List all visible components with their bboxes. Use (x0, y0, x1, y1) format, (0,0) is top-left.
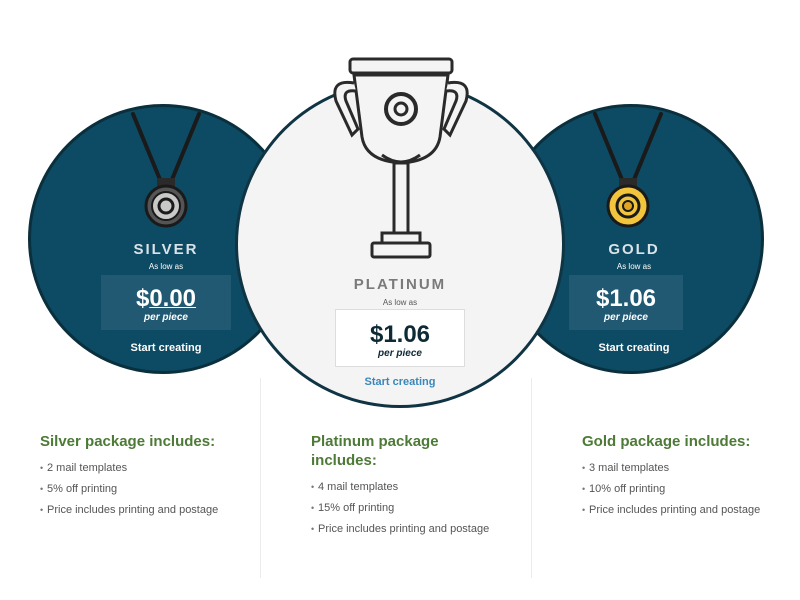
silver-features: Silver package includes: 2 mail template… (40, 432, 240, 524)
price-box: $1.06 per piece (335, 309, 465, 367)
price: $0.00 (101, 286, 231, 312)
silver-medal-icon (131, 112, 201, 228)
list-item: 4 mail templates (311, 480, 491, 494)
list-item: 10% off printing (582, 482, 772, 496)
gold-heading: Gold package includes: (582, 433, 751, 450)
column-divider (260, 378, 261, 578)
per-piece-label: per piece (604, 312, 648, 323)
list-item: 2 mail templates (40, 461, 240, 475)
as-low-as-label: As low as (382, 298, 418, 307)
list-item: Price includes printing and postage (40, 503, 240, 517)
column-divider (531, 378, 532, 578)
plan-name: PLATINUM (353, 276, 447, 293)
price: $1.06 (369, 321, 431, 348)
gold-start-creating-link[interactable]: Start creating (501, 342, 767, 354)
silver-heading: Silver package includes: (40, 433, 216, 450)
price-symbol: $ (135, 285, 150, 312)
list-item: Price includes printing and postage (311, 522, 491, 536)
platinum-features: Platinum package includes: 4 mail templa… (311, 432, 491, 543)
silver-feature-list: 2 mail templates 5% off printing Price i… (40, 461, 240, 517)
gold-features: Gold package includes: 3 mail templates … (582, 432, 772, 524)
price-value: 0.00 (149, 285, 197, 312)
price-box: $1.06 per piece (569, 275, 683, 330)
list-item: Price includes printing and postage (582, 503, 772, 517)
platinum-heading: Platinum package includes: (311, 433, 439, 469)
list-item: 5% off printing (40, 482, 240, 496)
platinum-start-creating-link[interactable]: Start creating (238, 376, 562, 388)
platinum-feature-list: 4 mail templates 15% off printing Price … (311, 480, 491, 536)
price-box: $0.00 per piece (101, 275, 231, 330)
price: $1.06 (595, 285, 657, 312)
gold-feature-list: 3 mail templates 10% off printing Price … (582, 461, 772, 517)
gold-medal-icon (593, 112, 663, 228)
list-item: 15% off printing (311, 501, 491, 515)
silver-start-creating-link[interactable]: Start creating (31, 342, 301, 354)
list-item: 3 mail templates (582, 461, 772, 475)
trophy-icon (333, 57, 469, 259)
per-piece-label: per piece (144, 312, 188, 323)
per-piece-label: per piece (378, 348, 422, 359)
